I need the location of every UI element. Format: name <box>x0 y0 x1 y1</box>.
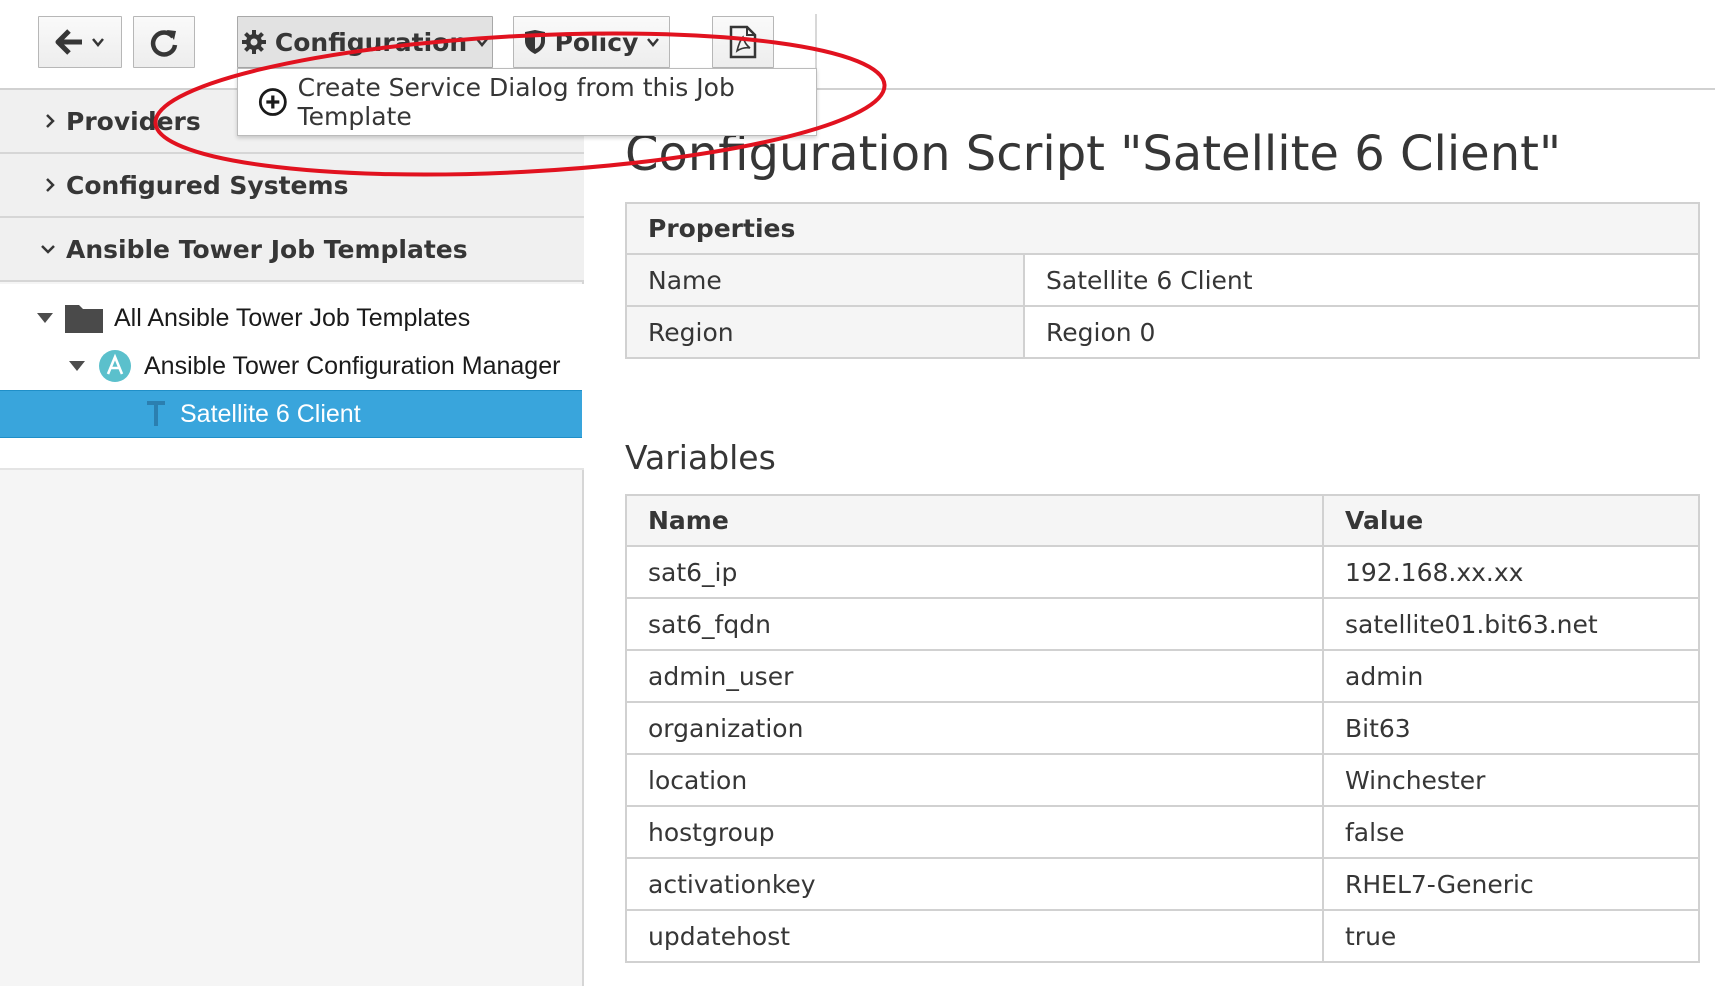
refresh-button[interactable] <box>133 16 195 68</box>
variable-name: organization <box>625 701 1324 755</box>
table-row: location Winchester <box>625 753 1700 807</box>
shield-icon <box>524 30 545 54</box>
chevron-right-icon <box>46 178 55 192</box>
variable-value: true <box>1322 909 1700 963</box>
variable-value: false <box>1322 805 1700 859</box>
accordion-label: Configured Systems <box>66 170 349 200</box>
create-service-dialog-label: Create Service Dialog from this Job Temp… <box>297 73 735 131</box>
table-row: Region Region 0 <box>625 305 1700 359</box>
table-row: sat6_fqdn satellite01.bit63.net <box>625 597 1700 651</box>
folder-icon <box>65 305 103 333</box>
variable-name: activationkey <box>625 857 1324 911</box>
tree-node-label: Satellite 6 Client <box>180 399 361 428</box>
table-row: Name Satellite 6 Client <box>625 253 1700 307</box>
property-value: Region 0 <box>1023 305 1700 359</box>
property-label: Name <box>625 253 1025 307</box>
configuration-button[interactable]: Configuration <box>237 16 493 68</box>
download-pdf-button[interactable] <box>712 16 774 68</box>
variables-table: Name Value sat6_ip 192.168.xx.xx sat6_fq… <box>625 494 1700 963</box>
chevron-down-icon <box>476 38 489 47</box>
variable-value: RHEL7-Generic <box>1322 857 1700 911</box>
job-template-tree: All Ansible Tower Job Templates Ansible … <box>0 284 584 470</box>
variable-name: hostgroup <box>625 805 1324 859</box>
policy-label: Policy <box>554 27 639 57</box>
tree-node-all-templates[interactable]: All Ansible Tower Job Templates <box>0 294 582 342</box>
property-value: Satellite 6 Client <box>1023 253 1700 307</box>
properties-table: Properties Name Satellite 6 Client Regio… <box>625 202 1700 359</box>
gear-icon <box>241 30 266 54</box>
configuration-label: Configuration <box>274 27 468 57</box>
table-row: updatehost true <box>625 909 1700 963</box>
variable-value: admin <box>1322 649 1700 703</box>
accordion-ansible-tower-job-templates[interactable]: Ansible Tower Job Templates <box>0 218 584 282</box>
toolbar-separator <box>815 14 817 72</box>
variable-value: satellite01.bit63.net <box>1322 597 1700 651</box>
properties-header: Properties <box>625 202 1700 255</box>
accordion-label: Providers <box>66 106 201 136</box>
refresh-icon <box>150 30 178 57</box>
back-button[interactable] <box>38 16 122 68</box>
table-row: admin_user admin <box>625 649 1700 703</box>
accordion-configured-systems[interactable]: Configured Systems <box>0 154 584 218</box>
policy-button[interactable]: Policy <box>513 16 670 68</box>
variable-value: 192.168.xx.xx <box>1322 545 1700 599</box>
app-window: Configuration Policy Create Service Dial… <box>0 0 1715 986</box>
variable-name: updatehost <box>625 909 1324 963</box>
variable-name: sat6_fqdn <box>625 597 1324 651</box>
variable-value: Bit63 <box>1322 701 1700 755</box>
tree-node-configuration-manager[interactable]: Ansible Tower Configuration Manager <box>0 342 582 390</box>
variables-title: Variables <box>625 438 776 477</box>
table-row: activationkey RHEL7-Generic <box>625 857 1700 911</box>
variable-name: location <box>625 753 1324 807</box>
caret-down-icon[interactable] <box>68 360 86 372</box>
tree-node-label: Ansible Tower Configuration Manager <box>144 351 561 380</box>
tree-node-satellite-6-client[interactable]: Satellite 6 Client <box>0 390 582 438</box>
variable-value: Winchester <box>1322 753 1700 807</box>
back-arrow-icon <box>55 29 82 55</box>
plus-circle-icon <box>258 88 287 116</box>
table-row: sat6_ip 192.168.xx.xx <box>625 545 1700 599</box>
chevron-down-icon <box>41 245 55 254</box>
property-label: Region <box>625 305 1025 359</box>
chevron-right-icon <box>46 114 55 128</box>
caret-down-icon[interactable] <box>36 312 54 324</box>
template-icon <box>147 401 165 426</box>
ansible-icon <box>99 350 131 382</box>
create-service-dialog-menu-item[interactable]: Create Service Dialog from this Job Temp… <box>237 68 817 136</box>
chevron-down-icon <box>647 38 660 47</box>
variable-name: admin_user <box>625 649 1324 703</box>
column-header-name: Name <box>625 494 1324 547</box>
chevron-down-icon <box>92 38 104 47</box>
variable-name: sat6_ip <box>625 545 1324 599</box>
accordion-label: Ansible Tower Job Templates <box>66 234 468 264</box>
sidebar: Providers Configured Systems Ansible Tow… <box>0 90 584 986</box>
table-header-row: Name Value <box>625 494 1700 547</box>
column-header-value: Value <box>1322 494 1700 547</box>
pdf-icon <box>729 25 757 59</box>
table-row: hostgroup false <box>625 805 1700 859</box>
table-row: organization Bit63 <box>625 701 1700 755</box>
tree-node-label: All Ansible Tower Job Templates <box>114 303 471 332</box>
